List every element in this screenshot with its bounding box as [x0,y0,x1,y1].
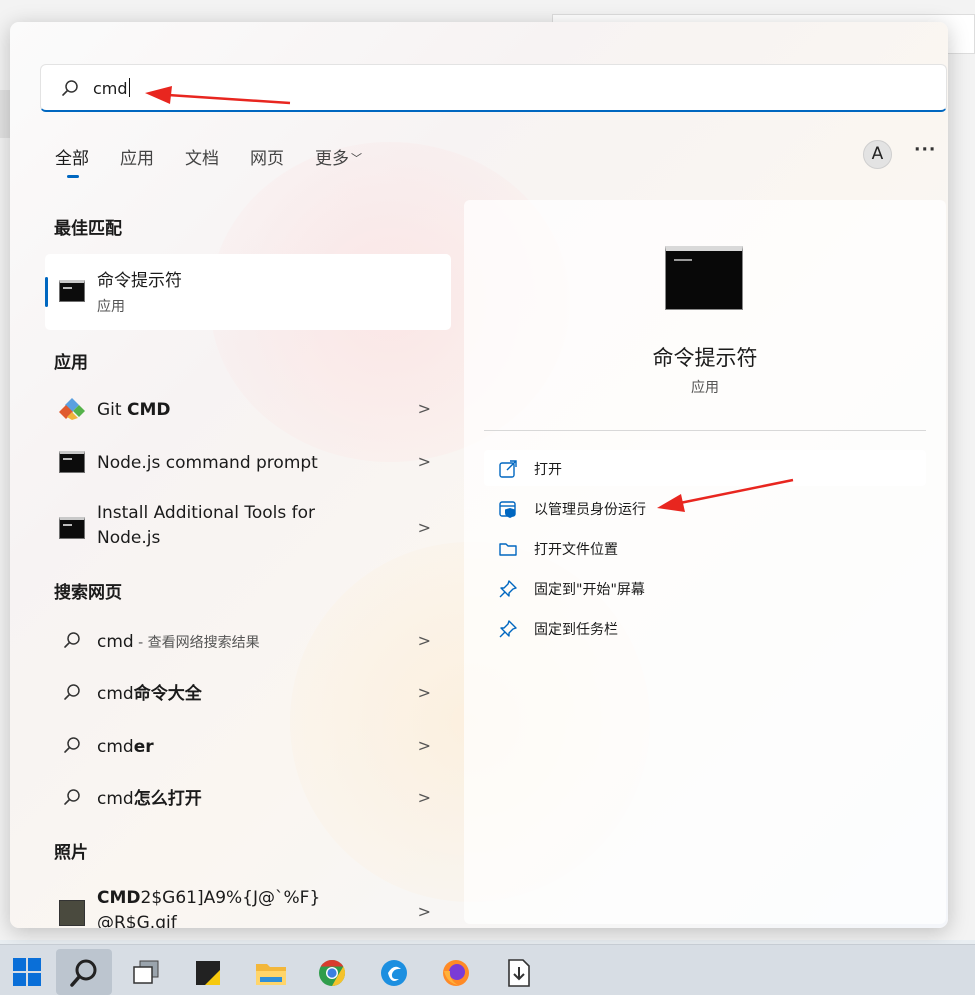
taskbar-browser[interactable] [366,949,422,995]
command-prompt-icon [59,451,85,473]
account-avatar[interactable]: A [863,140,892,169]
selection-indicator [45,277,48,307]
more-options-button[interactable]: ··· [914,140,936,160]
action-label: 固定到任务栏 [534,622,618,638]
action-pin-to-taskbar[interactable]: 固定到任务栏 [484,610,926,646]
web-item-label: cmd命令大全 [97,684,202,704]
app-item-nodejs-prompt[interactable]: Node.js command prompt > [45,439,451,485]
file-explorer-icon [256,964,286,985]
tab-web[interactable]: 网页 [250,144,284,178]
photo-item[interactable]: CMD2$G61]A9%{J@`%F} @R$G.gif > [45,882,451,928]
taskbar-firefox[interactable] [428,949,484,995]
command-prompt-icon [59,517,85,539]
text-caret [128,78,130,97]
chevron-right-icon[interactable]: > [418,631,431,650]
pin-icon [499,580,517,598]
filter-tabs: 全部 应用 文档 网页 更多 ﹀ [55,144,393,178]
divider [484,430,926,431]
web-item-label: cmd - 查看网络搜索结果 [97,632,260,652]
background-side-strip [0,90,10,138]
action-label: 固定到"开始"屏幕 [534,582,645,598]
chevron-right-icon[interactable]: > [418,399,431,418]
section-apps: 应用 [54,353,88,373]
pin-icon [499,620,517,638]
chevron-right-icon[interactable]: > [418,683,431,702]
app-item-label: Node.js command prompt [97,453,318,473]
firefox-icon [443,960,469,986]
app-item-label: Git CMD [97,400,171,420]
taskbar-search-button[interactable] [56,949,112,995]
web-item[interactable]: cmd命令大全 > [45,670,451,716]
chevron-down-icon: ﹀ [351,152,362,165]
chevron-right-icon[interactable]: > [418,788,431,807]
open-external-icon [499,460,517,478]
taskbar-task-view[interactable] [118,949,174,995]
sticky-notes-icon [196,961,220,985]
folder-icon [499,543,517,556]
action-label: 以管理员身份运行 [534,502,646,518]
search-icon [62,80,78,96]
git-icon [59,398,85,420]
best-match-type: 应用 [97,299,125,315]
web-item[interactable]: cmd - 查看网络搜索结果 > [45,618,451,664]
detail-pane: 命令提示符 应用 打开 以管理员身份运行 打开文件位置 固定到"开始"屏幕 固定… [464,200,946,924]
web-item[interactable]: cmd怎么打开 > [45,775,451,821]
chevron-right-icon[interactable]: > [418,902,431,921]
download-app-icon [508,959,530,987]
tab-documents[interactable]: 文档 [185,144,219,178]
chrome-icon [319,959,346,987]
action-open-file-location[interactable]: 打开文件位置 [484,530,926,566]
taskbar [0,944,975,995]
task-view-icon [133,960,159,984]
shield-admin-icon [499,501,516,518]
search-icon [64,632,80,648]
chevron-right-icon[interactable]: > [418,736,431,755]
taskbar-file-explorer[interactable] [242,949,298,995]
best-match-item[interactable]: 命令提示符 应用 [45,254,451,330]
detail-title: 命令提示符 [652,346,758,370]
action-label: 打开 [534,462,562,478]
photo-item-label: CMD2$G61]A9%{J@`%F} @R$G.gif [97,888,321,928]
app-item-install-tools[interactable]: Install Additional Tools for Node.js > [45,500,451,556]
search-icon [64,737,80,753]
search-value: cmd [93,78,130,98]
action-pin-to-start[interactable]: 固定到"开始"屏幕 [484,570,926,606]
search-panel: cmd 全部 应用 文档 网页 更多 ﹀ A ··· 最佳匹配 命令提示符 应用 … [10,22,948,928]
search-icon [64,684,80,700]
app-item-git-cmd[interactable]: Git CMD > [45,386,451,432]
chevron-right-icon[interactable]: > [418,452,431,471]
section-photos: 照片 [54,843,88,863]
windows-start-icon [13,958,41,986]
web-item-label: cmder [97,737,154,757]
web-item-label: cmd怎么打开 [97,789,202,809]
photo-thumbnail [59,900,85,926]
taskbar-sticky-notes[interactable] [180,949,236,995]
tab-apps[interactable]: 应用 [120,144,154,178]
command-prompt-large-icon [665,246,743,310]
taskbar-start-button[interactable] [0,949,56,995]
command-prompt-icon [59,280,85,302]
app-item-label: Install Additional Tools for Node.js [97,503,315,548]
action-run-as-admin[interactable]: 以管理员身份运行 [484,490,926,526]
search-icon [70,959,97,987]
detail-type: 应用 [691,380,719,396]
best-match-title: 命令提示符 [97,271,182,291]
chevron-right-icon[interactable]: > [418,518,431,537]
browser-icon [381,960,407,986]
section-web-search: 搜索网页 [54,583,122,603]
tab-all[interactable]: 全部 [55,144,89,178]
web-item[interactable]: cmder > [45,723,451,769]
search-input[interactable]: cmd [40,64,947,112]
search-icon [64,789,80,805]
taskbar-download-app[interactable] [490,949,546,995]
action-open[interactable]: 打开 [484,450,926,486]
tab-more[interactable]: 更多 ﹀ [315,144,362,178]
action-label: 打开文件位置 [534,542,618,558]
taskbar-chrome[interactable] [304,949,360,995]
section-best-match: 最佳匹配 [54,219,122,239]
